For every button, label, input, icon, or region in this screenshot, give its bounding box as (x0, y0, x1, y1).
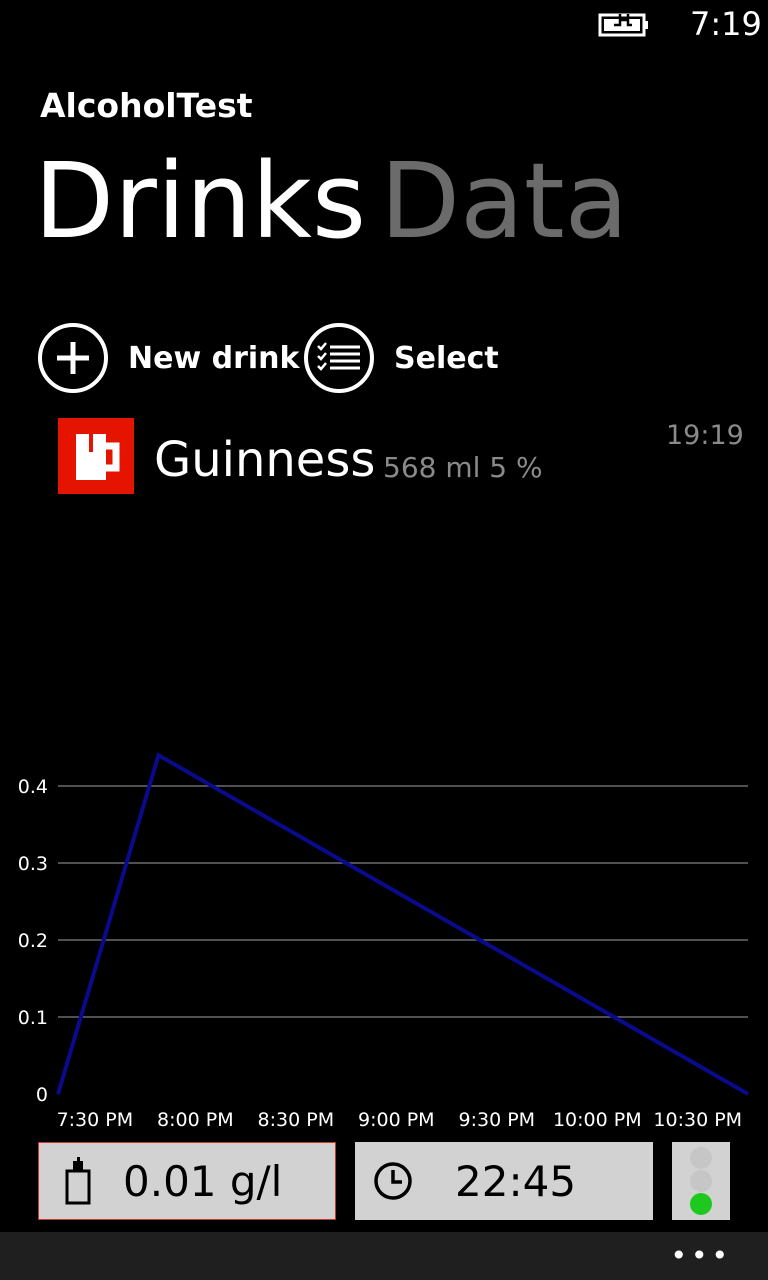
x-tick-label: 8:00 PM (157, 1109, 234, 1131)
sober-time-panel: 22:45 (355, 1142, 653, 1220)
pivot-tab-drinks[interactable]: Drinks (34, 136, 366, 266)
x-tick-label: 9:00 PM (358, 1109, 435, 1131)
plus-circle-icon (38, 323, 108, 393)
x-tick-label: 8:30 PM (258, 1109, 335, 1131)
checklist-icon (304, 323, 374, 393)
x-tick-label: 10:00 PM (553, 1109, 642, 1131)
drink-details: 568 ml 5 % (383, 451, 543, 484)
select-label: Select (394, 340, 499, 376)
bottle-icon (65, 1157, 91, 1205)
clock-icon (374, 1162, 412, 1200)
y-tick-label: 0.3 (18, 853, 48, 875)
new-drink-label: New drink (128, 340, 300, 376)
bac-panel: 0.01 g/l (38, 1142, 336, 1220)
app-bar: ••• (0, 1232, 768, 1280)
app-title: AlcoholTest (40, 86, 253, 125)
x-tick-label: 10:30 PM (653, 1109, 742, 1131)
y-tick-label: 0.2 (18, 930, 48, 952)
bac-value: 0.01 g/l (123, 1156, 283, 1206)
x-tick-label: 7:30 PM (57, 1109, 134, 1131)
drink-list-item[interactable]: Guinness 568 ml 5 % 19:19 (40, 410, 744, 500)
y-tick-label: 0.4 (18, 776, 48, 798)
bac-chart: 0 0.1 0.2 0.3 0.4 7:30 PM 8:00 PM 8:30 PM 9:00 P… (18, 752, 749, 1131)
select-button[interactable]: Select (304, 318, 499, 398)
mug-icon (58, 418, 134, 494)
drink-time: 19:19 (666, 420, 744, 451)
traffic-light (672, 1142, 730, 1220)
traffic-light-red (690, 1147, 712, 1169)
new-drink-button[interactable]: New drink (38, 318, 299, 398)
bac-series-line (56, 752, 749, 1096)
battery-charging-icon (598, 13, 648, 37)
more-options-button[interactable]: ••• (670, 1240, 732, 1272)
sober-time: 22:45 (455, 1156, 577, 1206)
drink-name: Guinness (154, 432, 376, 488)
y-tick-label: 0.1 (18, 1007, 48, 1029)
pivot-tab-data[interactable]: Data (380, 136, 628, 266)
traffic-light-yellow (690, 1170, 712, 1192)
x-tick-label: 9:30 PM (459, 1109, 536, 1131)
status-clock: 7:19 (690, 5, 762, 43)
traffic-light-green (690, 1193, 712, 1215)
y-tick-label: 0 (36, 1084, 48, 1106)
